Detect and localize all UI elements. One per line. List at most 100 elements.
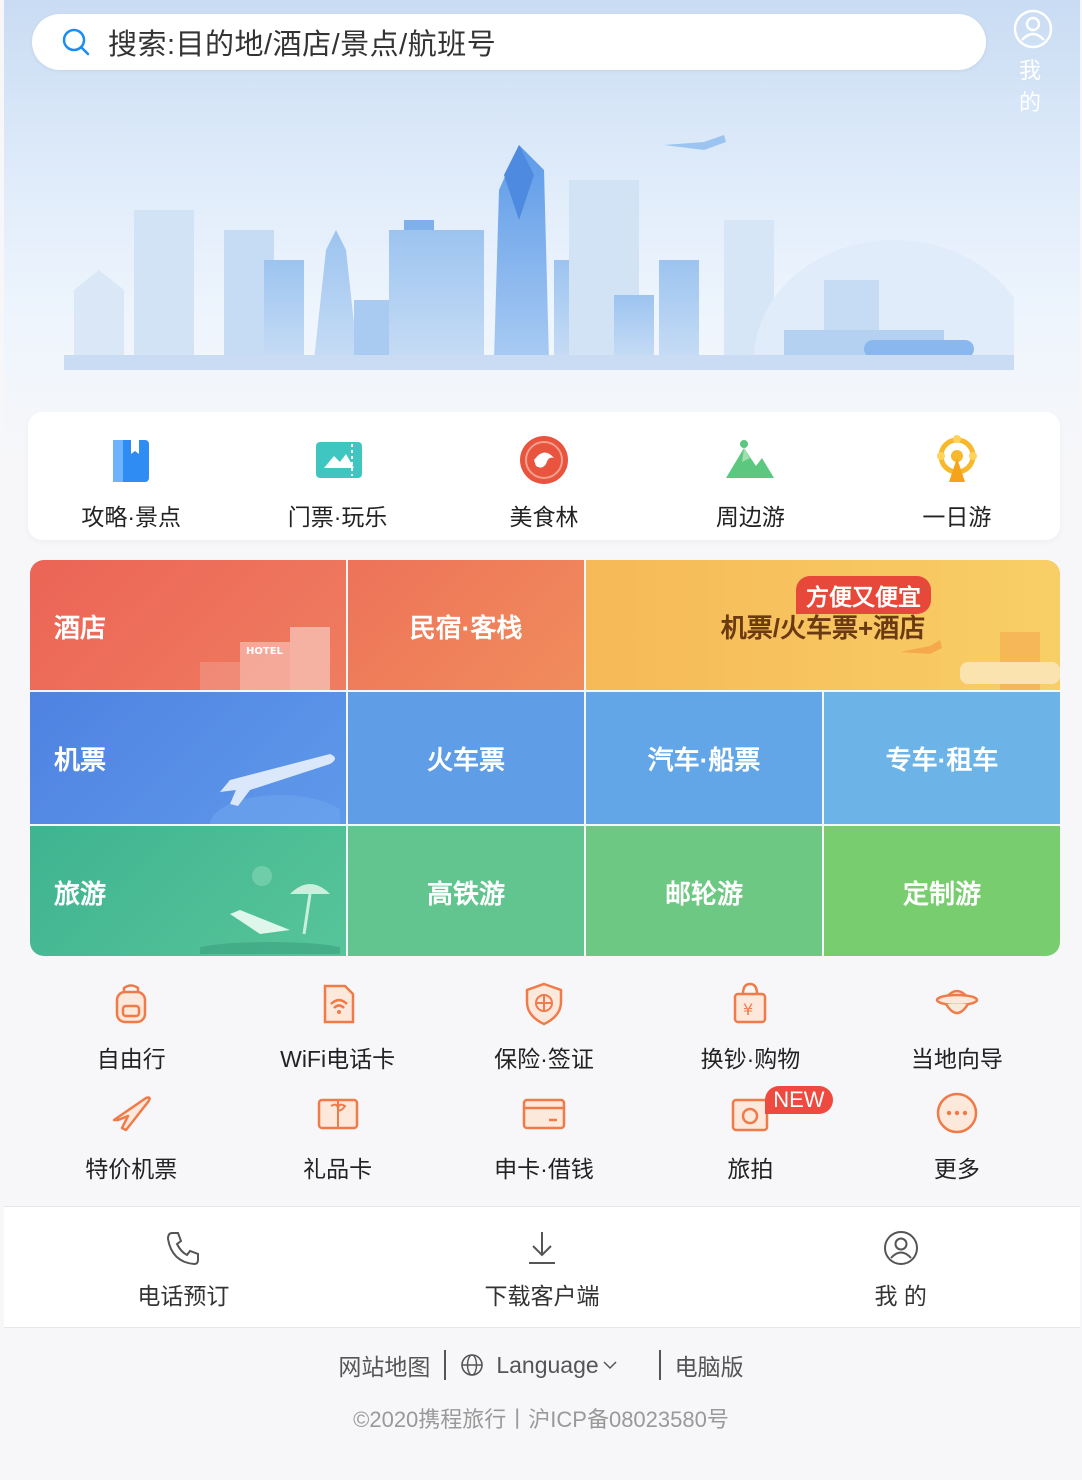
quick-daytrip[interactable]: 一日游 (854, 412, 1060, 540)
tile-travel-label: 旅游 (54, 879, 107, 909)
service-cheap-flight-label: 特价机票 (85, 1156, 178, 1182)
search-bar[interactable]: 搜索:目的地/酒店/景点/航班号 (32, 14, 986, 70)
service-free-travel-label: 自由行 (96, 1046, 166, 1072)
tile-car-label: 专车·租车 (885, 745, 999, 775)
tile-hsr-tour-label: 高铁游 (426, 879, 505, 909)
quick-food[interactable]: 美食林 (441, 412, 647, 540)
quick-ticket-label: 门票·玩乐 (287, 504, 388, 530)
service-insurance-label: 保险·签证 (494, 1046, 594, 1072)
language-label: Language (496, 1351, 599, 1378)
my-account-label: 我 的 (874, 1283, 927, 1309)
service-credit-card[interactable]: 申卡·借钱 (441, 1090, 647, 1200)
airplane-illustration-icon (210, 754, 340, 824)
service-wifi[interactable]: WiFi电话卡 (234, 980, 440, 1090)
hotel-building-icon: HOTEL (200, 627, 330, 690)
backpack-icon (115, 984, 147, 1024)
service-local-guide-label: 当地向导 (910, 1046, 1003, 1072)
phone-booking-label: 电话预订 (137, 1283, 230, 1309)
tile-custom-label: 定制游 (902, 879, 981, 909)
download-app-label: 下载客户端 (484, 1283, 600, 1309)
travel-scene-icon (900, 632, 1060, 690)
plane-icon (112, 1096, 152, 1132)
svg-text:¥: ¥ (743, 1000, 753, 1019)
wifi-card-icon (323, 984, 354, 1024)
service-gift-card-label: 礼品卡 (303, 1156, 373, 1182)
quick-nearby-label: 周边游 (715, 504, 785, 530)
quick-daytrip-label: 一日游 (922, 504, 992, 530)
sitemap-link[interactable]: 网站地图 (338, 1348, 430, 1382)
service-gift-card[interactable]: 礼品卡 (234, 1090, 440, 1200)
quick-nearby[interactable]: 周边游 (647, 412, 853, 540)
phone-booking-button[interactable]: 电话预订 (4, 1207, 363, 1327)
svg-text:HOTEL: HOTEL (246, 646, 284, 657)
tile-flight-label: 机票 (54, 745, 107, 775)
chevron-down-icon (603, 1361, 617, 1370)
download-icon (529, 1232, 555, 1264)
service-travel-photo[interactable]: NEW 旅拍 (647, 1086, 853, 1200)
desktop-version-link[interactable]: 电脑版 (675, 1348, 744, 1382)
divider (444, 1350, 447, 1380)
quick-ticket[interactable]: 门票·玩乐 (234, 412, 440, 540)
services-row-2: 特价机票 礼品卡 申卡·借钱 NEW 旅拍 更多 (28, 1086, 1060, 1200)
divider (658, 1350, 661, 1380)
service-wifi-label: WiFi电话卡 (280, 1046, 396, 1072)
service-free-travel[interactable]: 自由行 (28, 980, 234, 1090)
bottom-action-bar: 电话预订 下载客户端 我 的 (4, 1206, 1080, 1328)
tile-hsr-tour[interactable]: 高铁游 (348, 826, 584, 956)
new-badge: NEW (765, 1086, 833, 1114)
service-local-guide[interactable]: 当地向导 (854, 980, 1060, 1090)
guide-book-icon (113, 440, 150, 482)
tile-bus-ship[interactable]: 汽车·船票 (586, 692, 822, 824)
phone-icon (167, 1232, 200, 1266)
globe-icon (461, 1354, 484, 1376)
small-services: 自由行 WiFi电话卡 保险·签证 ¥ 换钞·购物 当地向导 特价机票 礼品卡 (28, 980, 1060, 1200)
top-mine-button[interactable]: 我 的 (1000, 8, 1066, 117)
main-service-grid: 酒店 HOTEL 民宿·客栈 方便又便宜 机票/火车票+酒店 机票 火车票 汽车… (30, 560, 1060, 956)
quick-entry-card: 攻略·景点 门票·玩乐 美食林 周边游 一日游 (28, 412, 1060, 540)
tile-homestay[interactable]: 民宿·客栈 (348, 560, 584, 690)
ferris-wheel-icon (936, 435, 977, 482)
search-placeholder: 搜索:目的地/酒店/景点/航班号 (108, 29, 497, 61)
tile-train-label: 火车票 (426, 745, 505, 775)
gift-card-icon (317, 1098, 358, 1130)
tile-hotel[interactable]: 酒店 HOTEL (30, 560, 346, 690)
city-skyline-illustration (64, 135, 1014, 370)
service-travel-photo-label: 旅拍 (727, 1156, 774, 1182)
ticket-icon (315, 442, 362, 478)
quick-guide[interactable]: 攻略·景点 (28, 412, 234, 540)
credit-card-icon (522, 1098, 566, 1130)
language-selector[interactable]: Language (460, 1352, 618, 1379)
tile-bus-ship-label: 汽车·船票 (647, 745, 761, 775)
user-icon (883, 1231, 918, 1265)
mountain-icon (726, 440, 775, 478)
tile-car[interactable]: 专车·租车 (824, 692, 1060, 824)
tile-package[interactable]: 方便又便宜 机票/火车票+酒店 (586, 560, 1060, 690)
beach-chair-illustration-icon (200, 866, 340, 954)
my-account-button[interactable]: 我 的 (721, 1207, 1080, 1327)
tile-hotel-label: 酒店 (54, 613, 107, 643)
service-exchange-label: 换钞·购物 (700, 1046, 801, 1072)
service-more[interactable]: 更多 (854, 1090, 1060, 1200)
tile-cruise[interactable]: 邮轮游 (586, 826, 822, 956)
hero-banner: 搜索:目的地/酒店/景点/航班号 我 的 (4, 0, 1080, 460)
quick-food-label: 美食林 (509, 504, 579, 530)
tile-flight[interactable]: 机票 (30, 692, 346, 824)
shield-globe-icon (525, 982, 563, 1026)
more-icon (936, 1092, 978, 1134)
top-mine-label: 我 的 (1018, 58, 1047, 115)
service-insurance[interactable]: 保险·签证 (441, 980, 647, 1090)
copyright: ©2020携程旅行丨沪ICP备08023580号 (353, 1407, 729, 1432)
service-cheap-flight[interactable]: 特价机票 (28, 1090, 234, 1200)
tile-custom[interactable]: 定制游 (824, 826, 1060, 956)
shopping-bag-icon: ¥ (734, 982, 767, 1024)
quick-guide-label: 攻略·景点 (81, 504, 182, 530)
search-icon (62, 28, 90, 56)
footer-links: 网站地图 Language 电脑版 (0, 1348, 1082, 1382)
food-forest-icon (520, 436, 569, 484)
service-credit-card-label: 申卡·借钱 (494, 1156, 594, 1182)
tile-travel[interactable]: 旅游 (30, 826, 346, 956)
service-exchange[interactable]: ¥ 换钞·购物 (647, 980, 853, 1090)
tile-train[interactable]: 火车票 (348, 692, 584, 824)
download-app-button[interactable]: 下载客户端 (363, 1207, 722, 1327)
tile-cruise-label: 邮轮游 (664, 879, 743, 909)
